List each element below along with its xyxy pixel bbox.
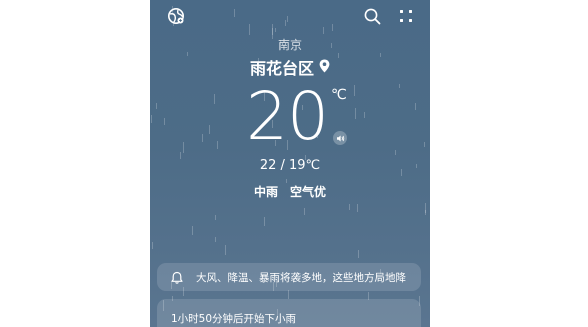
current-temperature: 20 bbox=[246, 78, 329, 155]
rain-streak bbox=[323, 27, 324, 34]
rain-streak bbox=[215, 237, 216, 242]
rain-streak bbox=[183, 142, 184, 153]
rain-streak bbox=[399, 84, 400, 88]
weather-alert-card[interactable]: 大风、降温、暴雨将袭多地，这些地方局地降 bbox=[157, 263, 421, 291]
rain-streak bbox=[192, 226, 193, 235]
rain-streak bbox=[358, 250, 359, 258]
globe-icon[interactable] bbox=[165, 5, 187, 27]
rain-streak bbox=[355, 108, 356, 119]
rain-streak bbox=[357, 204, 358, 212]
rain-streak bbox=[288, 290, 289, 299]
rain-streak bbox=[209, 125, 210, 134]
rain-streak bbox=[215, 215, 216, 220]
rain-streak bbox=[287, 16, 288, 22]
rain-streak bbox=[275, 28, 276, 32]
precipitation-card[interactable]: 1小时50分钟后开始下小雨 bbox=[157, 299, 421, 327]
rain-streak bbox=[272, 24, 273, 35]
rain-streak bbox=[264, 217, 265, 226]
rain-streak bbox=[415, 103, 416, 110]
condition-row: 中雨 空气优 bbox=[150, 183, 430, 200]
rain-streak bbox=[152, 242, 153, 249]
rain-streak bbox=[395, 150, 396, 155]
rain-streak bbox=[249, 24, 250, 35]
rain-streak bbox=[332, 24, 333, 31]
more-icon[interactable] bbox=[395, 5, 417, 27]
temperature-range: 22 / 19℃ bbox=[259, 158, 321, 173]
weather-condition: 中雨 bbox=[253, 185, 278, 199]
air-quality[interactable]: 空气优 bbox=[290, 183, 326, 200]
rain-streak bbox=[425, 210, 426, 215]
rain-streak bbox=[364, 112, 365, 118]
rain-streak bbox=[424, 142, 425, 147]
rain-streak bbox=[151, 115, 152, 123]
rain-streak bbox=[285, 20, 286, 26]
bell-icon bbox=[170, 270, 184, 284]
rain-streak bbox=[202, 134, 203, 142]
rain-streak bbox=[304, 208, 305, 215]
temperature-unit: ℃ bbox=[331, 87, 347, 103]
rain-streak bbox=[217, 141, 218, 149]
weather-screen: 南京 雨花台区 20 ℃ 22 / 19℃ 中雨 空气优 大风、降温、暴雨将袭多… bbox=[150, 0, 430, 327]
rain-streak bbox=[164, 118, 165, 125]
rain-streak bbox=[234, 9, 235, 17]
rain-streak bbox=[354, 85, 355, 96]
alert-text: 大风、降温、暴雨将袭多地，这些地方局地降 bbox=[196, 271, 406, 284]
rain-streak bbox=[214, 94, 215, 104]
rain-streak bbox=[225, 245, 226, 255]
rain-streak bbox=[156, 103, 157, 109]
precipitation-text: 1小时50分钟后开始下小雨 bbox=[171, 313, 297, 325]
speaker-icon[interactable] bbox=[333, 131, 347, 145]
city-name: 南京 bbox=[277, 38, 302, 52]
rain-streak bbox=[349, 204, 350, 210]
search-icon[interactable] bbox=[361, 5, 383, 27]
